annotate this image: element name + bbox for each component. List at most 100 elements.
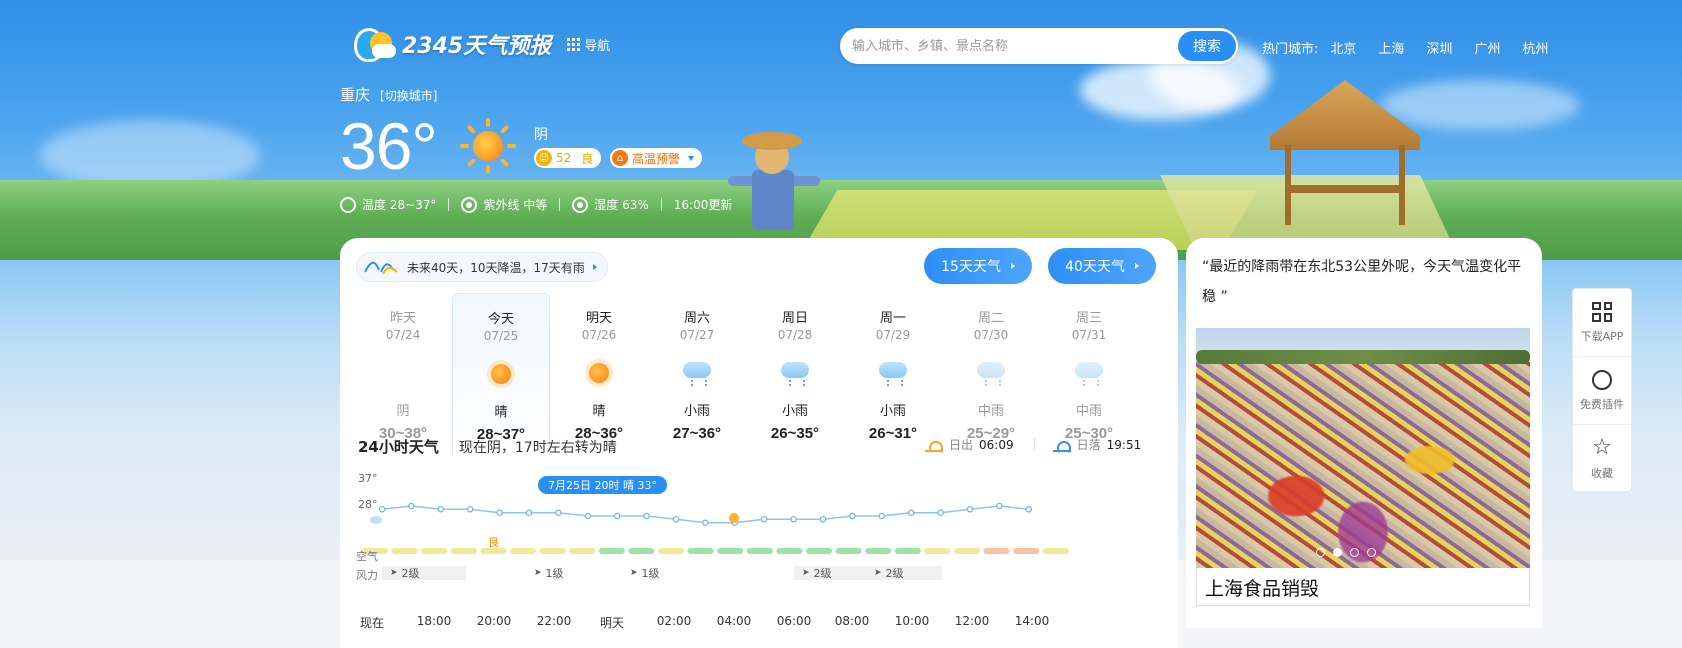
air-quality-segment bbox=[776, 548, 803, 554]
temperature-point[interactable] bbox=[496, 509, 503, 516]
temperature-point[interactable] bbox=[555, 509, 562, 516]
air-quality-segment bbox=[954, 548, 980, 554]
thermometer-icon bbox=[340, 196, 356, 213]
aqi-level: 良 bbox=[581, 151, 594, 166]
aqi-badge[interactable]: ☺ 52 良 bbox=[534, 148, 602, 168]
temperature-point[interactable] bbox=[643, 512, 650, 520]
forty-day-button[interactable]: 40天天气 bbox=[1048, 248, 1156, 284]
forecast-day[interactable]: 周二 07/30 中雨 25~29° bbox=[942, 293, 1040, 455]
air-quality-segment bbox=[1013, 548, 1040, 554]
sunrise-icon bbox=[925, 438, 943, 455]
hour-label: 12:00 bbox=[954, 614, 990, 628]
nav-menu-button[interactable]: 导航 bbox=[567, 35, 610, 54]
favorite-button[interactable]: ☆ 收藏 bbox=[1573, 425, 1631, 493]
temperature-point[interactable] bbox=[584, 512, 591, 520]
humidity-item: 湿度 63% bbox=[572, 196, 649, 213]
cloudy-icon bbox=[386, 356, 420, 390]
forecast-day[interactable]: 周六 07/27 小雨 27~36° bbox=[648, 293, 746, 455]
hot-city-link[interactable]: 杭州 bbox=[1522, 38, 1548, 57]
forty-day-trend-link[interactable]: 未来40天，10天降温，17天有雨 bbox=[356, 252, 608, 282]
forecast-temp-range: 27~36° bbox=[672, 425, 722, 442]
heat-warning-badge[interactable]: ⌂ 高温预警 bbox=[610, 148, 703, 168]
temperature-point[interactable] bbox=[908, 509, 915, 516]
hot-city-link[interactable]: 北京 bbox=[1330, 38, 1356, 57]
temperature-point[interactable] bbox=[849, 512, 856, 520]
hot-city-link[interactable]: 深圳 bbox=[1426, 38, 1452, 57]
forecast-day[interactable]: 周一 07/29 小雨 26~31° bbox=[844, 293, 942, 455]
temperature-point[interactable] bbox=[437, 506, 445, 513]
trend-text: 未来40天，10天降温，17天有雨 bbox=[407, 260, 585, 275]
aqi-icon: ☺ bbox=[536, 150, 552, 166]
forecast-day[interactable]: 今天 07/25 晴 28~37° bbox=[452, 293, 550, 455]
uv-item: 紫外线 中等 bbox=[461, 196, 547, 213]
download-app-label: 下载APP bbox=[1580, 329, 1624, 343]
free-plugin-button[interactable]: 免费插件 bbox=[1573, 357, 1631, 425]
forecast-date: 07/29 bbox=[875, 328, 911, 342]
hour-label: 04:00 bbox=[716, 614, 752, 628]
fifteen-day-button[interactable]: 15天天气 bbox=[924, 248, 1032, 284]
wind-arrow-icon: ➤ bbox=[874, 568, 882, 578]
hour-tooltip: 7月25日 20时 晴 33° bbox=[538, 476, 667, 494]
forecast-condition: 阴 bbox=[396, 404, 410, 419]
temperature-point[interactable] bbox=[702, 519, 709, 526]
hot-city-link[interactable]: 上海 bbox=[1378, 38, 1404, 57]
forecast-date: 07/25 bbox=[483, 329, 519, 343]
carousel-dot[interactable] bbox=[1316, 548, 1325, 557]
temperature-point[interactable] bbox=[525, 509, 533, 516]
temp-range-text: 温度 28~37° bbox=[362, 198, 437, 212]
forecast-condition: 中雨 bbox=[977, 404, 1004, 419]
hour-label: 08:00 bbox=[834, 614, 870, 628]
uv-icon bbox=[461, 196, 478, 213]
wind-segment: ➤ 2级 bbox=[382, 566, 466, 580]
temperature-point[interactable] bbox=[614, 512, 621, 520]
sun-icon bbox=[460, 118, 516, 174]
hour-label: 20:00 bbox=[476, 614, 512, 628]
news-caption[interactable]: 上海食品销毁 bbox=[1196, 568, 1530, 606]
download-app-button[interactable]: 下载APP bbox=[1573, 289, 1631, 357]
temperature-point[interactable] bbox=[966, 506, 974, 513]
side-toolbar: 下载APP 免费插件 ☆ 收藏 bbox=[1572, 288, 1632, 492]
temperature-point[interactable] bbox=[819, 516, 827, 523]
temperature-point[interactable] bbox=[378, 506, 386, 513]
air-quality-segment bbox=[806, 548, 832, 554]
search-input[interactable] bbox=[852, 38, 1182, 54]
forecast-day[interactable]: 周三 07/31 中雨 25~30° bbox=[1040, 293, 1138, 455]
hourly-header: 24小时天气 现在阴，17时左右转为晴 bbox=[358, 436, 617, 457]
switch-city-link[interactable]: [切换城市] bbox=[380, 87, 437, 104]
hot-city-link[interactable]: 广州 bbox=[1474, 38, 1500, 57]
forecast-day[interactable]: 昨天 07/24 阴 30~38° bbox=[354, 293, 452, 455]
carousel-dot[interactable] bbox=[1367, 548, 1376, 557]
wind-arrow-icon: ➤ bbox=[802, 568, 810, 578]
forecast-condition: 小雨 bbox=[781, 404, 808, 419]
forecast-date: 07/24 bbox=[385, 328, 421, 342]
air-quality-segment bbox=[924, 548, 951, 554]
temperature-point[interactable] bbox=[937, 509, 944, 516]
temperature-point[interactable] bbox=[672, 516, 680, 523]
temperature-point[interactable] bbox=[408, 502, 415, 510]
grid-icon bbox=[567, 37, 581, 51]
forecast-day[interactable]: 明天 07/26 晴 28~36° bbox=[550, 293, 648, 455]
carousel-dot[interactable] bbox=[1350, 548, 1359, 557]
temperature-point[interactable] bbox=[761, 516, 768, 523]
logo[interactable]: 2345天气预报 导航 bbox=[352, 22, 610, 66]
carousel-dot[interactable] bbox=[1333, 548, 1342, 557]
cloud bbox=[1380, 80, 1580, 130]
air-quality-segment bbox=[894, 548, 921, 554]
search-button[interactable]: 搜索 bbox=[1178, 31, 1236, 61]
forecast-weekday: 周三 bbox=[1075, 311, 1102, 326]
forecast-panel: 未来40天，10天降温，17天有雨 15天天气 40天天气 昨天 07/24 阴 30… bbox=[340, 238, 1178, 648]
air-quality-segment bbox=[539, 548, 566, 554]
news-image[interactable] bbox=[1196, 328, 1530, 568]
forecast-day[interactable]: 周日 07/28 小雨 26~35° bbox=[746, 293, 844, 455]
wind-arrow-icon: ➤ bbox=[390, 568, 398, 578]
wind-level: 2级 bbox=[813, 567, 832, 580]
temperature-point[interactable] bbox=[996, 502, 1003, 510]
air-quality-segment bbox=[983, 548, 1010, 554]
temperature-point[interactable] bbox=[1025, 506, 1033, 513]
temperature-point[interactable] bbox=[790, 516, 797, 523]
temperature-point[interactable] bbox=[878, 512, 886, 520]
forecast-weekday: 周一 bbox=[879, 311, 906, 326]
wind-segment: ➤ 2级 bbox=[794, 566, 866, 580]
forecast-temp-range: 26~31° bbox=[868, 425, 918, 442]
temperature-point[interactable] bbox=[466, 506, 474, 513]
